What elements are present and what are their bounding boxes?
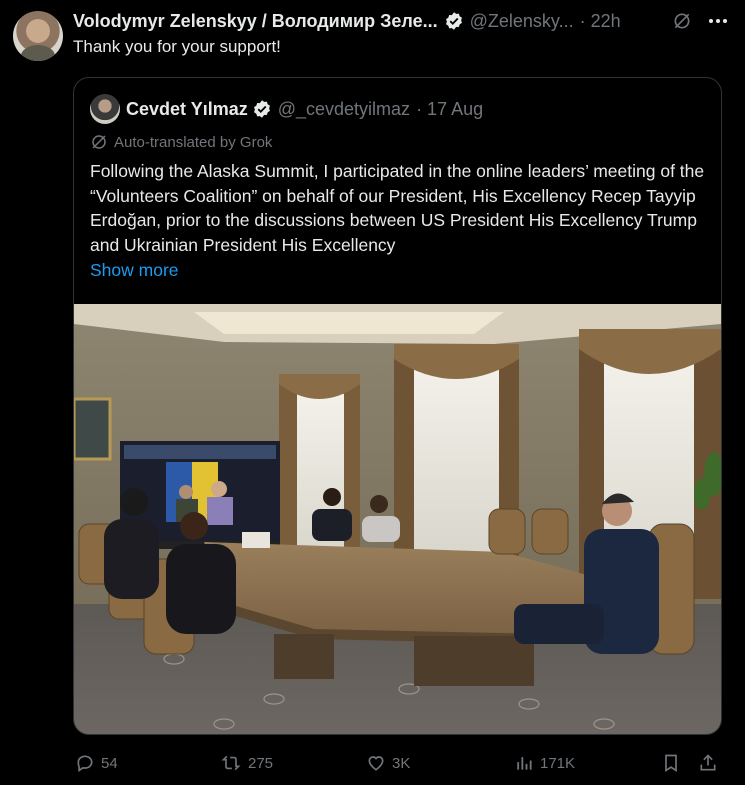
verified-badge-icon	[253, 100, 270, 118]
tweet-header: Volodymyr Zelenskyy / Володимир Зеле... …	[73, 8, 733, 34]
show-more-link[interactable]: Show more	[90, 260, 179, 281]
quote-header: Cevdet Yılmaz @_cevdetyilmaz · 17 Aug	[90, 94, 483, 124]
bookmark-icon	[665, 754, 677, 773]
author-avatar[interactable]	[13, 11, 63, 61]
quote-author-avatar[interactable]	[90, 94, 120, 124]
translation-label: Auto-translated by Grok	[114, 133, 273, 151]
quote-author-handle[interactable]: @_cevdetyilmaz	[278, 99, 410, 120]
repost-button[interactable]: 275	[220, 750, 273, 776]
more-icon[interactable]	[703, 10, 733, 32]
reply-button[interactable]: 54	[75, 750, 118, 776]
tweet-time[interactable]: · 22h	[580, 11, 621, 32]
bookmark-button[interactable]	[661, 750, 687, 776]
repost-count: 275	[248, 754, 274, 772]
quote-author-name[interactable]: Cevdet Yılmaz	[126, 99, 248, 120]
views-count: 171K	[540, 754, 576, 772]
share-button[interactable]	[698, 750, 724, 776]
quoted-tweet[interactable]: Cevdet Yılmaz @_cevdetyilmaz · 17 Aug Au…	[73, 77, 722, 735]
grok-icon[interactable]	[671, 10, 693, 32]
quote-text: Following the Alaska Summit, I participa…	[90, 161, 705, 255]
auto-translated-note: Auto-translated by Grok	[90, 133, 272, 151]
tweet-actions: 54 275 3K 171K	[73, 750, 733, 776]
repost-icon	[221, 755, 241, 771]
like-count: 3K	[392, 754, 411, 772]
quote-date[interactable]: · 17 Aug	[416, 99, 483, 120]
author-name[interactable]: Volodymyr Zelenskyy / Володимир Зеле...	[73, 11, 438, 32]
views-icon	[517, 757, 532, 770]
like-button[interactable]: 3K	[366, 750, 410, 776]
heart-icon	[368, 756, 384, 771]
quote-photo[interactable]	[74, 304, 721, 734]
author-handle[interactable]: @Zelensky...	[470, 11, 574, 32]
share-icon	[700, 754, 716, 771]
views-button[interactable]: 171K	[514, 750, 575, 776]
reply-icon	[77, 755, 93, 773]
grok-icon	[92, 135, 106, 149]
tweet-text: Thank you for your support!	[73, 37, 281, 56]
verified-badge-icon	[445, 12, 462, 30]
reply-count: 54	[101, 754, 118, 772]
